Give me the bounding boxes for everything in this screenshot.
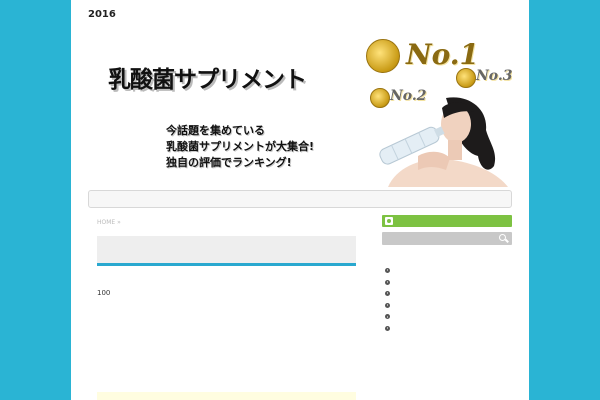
banner-title: 乳酸菌サプリメント — [108, 67, 307, 93]
rank-badge-3: No.3 — [456, 66, 512, 90]
post-title-box — [97, 236, 356, 266]
arrow-bullet-icon[interactable] — [385, 279, 390, 285]
medal-icon — [456, 68, 476, 88]
site-year[interactable]: 2016 — [88, 9, 116, 20]
medal-icon — [366, 39, 400, 73]
sidebar-list — [385, 268, 390, 338]
header-banner[interactable]: 乳酸菌サプリメント 今話題を集めている 乳酸菌サプリメントが大集合! 独自の評価… — [88, 24, 512, 187]
arrow-bullet-icon[interactable] — [385, 268, 390, 273]
woman-drinking-water-image — [379, 97, 508, 187]
banner-tagline-line: 独自の評価でランキング! — [166, 156, 292, 169]
search-icon[interactable] — [499, 234, 506, 241]
arrow-bullet-icon[interactable] — [385, 314, 390, 320]
highlight-box — [97, 392, 356, 400]
rss-icon — [385, 217, 393, 225]
global-nav-bar[interactable] — [88, 190, 512, 208]
banner-tagline: 今話題を集めている 乳酸菌サプリメントが大集合! 独自の評価でランキング! — [166, 123, 314, 171]
breadcrumb[interactable]: HOME » — [97, 219, 121, 226]
arrow-bullet-icon[interactable] — [385, 325, 390, 331]
rank-badge-label: No.3 — [476, 68, 512, 84]
arrow-bullet-icon[interactable] — [385, 302, 390, 308]
search-input[interactable] — [382, 232, 512, 245]
rss-subscribe-button[interactable] — [382, 215, 512, 227]
post-body-text: 100 — [97, 289, 111, 297]
arrow-bullet-icon[interactable] — [385, 291, 390, 297]
banner-tagline-line: 今話題を集めている — [166, 124, 265, 137]
page-container: 2016 乳酸菌サプリメント 今話題を集めている 乳酸菌サプリメントが大集合! … — [71, 0, 529, 400]
banner-tagline-line: 乳酸菌サプリメントが大集合! — [166, 140, 315, 153]
